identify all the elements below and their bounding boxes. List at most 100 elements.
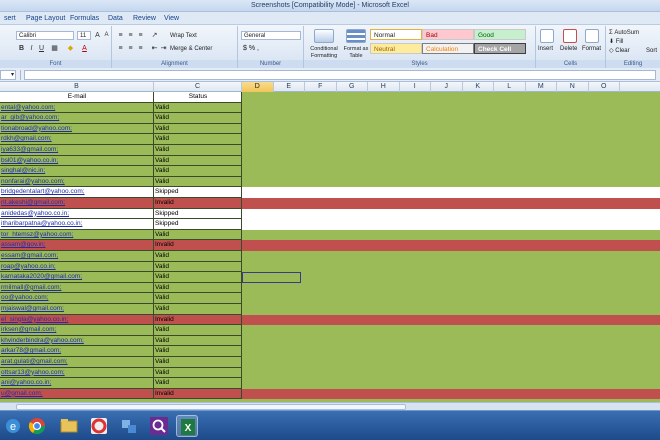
delete-cells-label[interactable]: Delete xyxy=(560,45,577,53)
cell-grid[interactable]: E-mail Status ental@yahoo.com; Valid ar_gi… xyxy=(0,92,660,402)
email-header[interactable]: E-mail xyxy=(0,92,154,103)
status-cell[interactable]: Valid xyxy=(154,134,242,145)
column-header-j[interactable]: J xyxy=(431,82,463,92)
email-cell[interactable]: bsl01@yahoo.co.in; xyxy=(0,155,154,167)
column-header-i[interactable]: I xyxy=(400,82,431,92)
status-cell[interactable]: Valid xyxy=(154,229,242,241)
sort-filter-button[interactable]: Sort xyxy=(646,47,657,55)
insert-cells-label[interactable]: Insert xyxy=(538,45,553,53)
email-cell[interactable]: iya633@gmail.com; xyxy=(0,145,154,156)
align-right-icon[interactable]: ≡ xyxy=(136,44,145,53)
status-cell[interactable]: Valid xyxy=(154,102,242,114)
status-cell[interactable]: Valid xyxy=(154,282,242,294)
conditional-formatting-icon[interactable] xyxy=(314,29,334,43)
puzzle-icon[interactable] xyxy=(118,415,140,437)
email-cell[interactable]: rmilmall@gmail.com; xyxy=(0,282,154,294)
wrap-text-button[interactable]: Wrap Text xyxy=(170,32,197,40)
email-cell[interactable]: karnataka2020@gmail.com; xyxy=(0,272,154,283)
align-center-icon[interactable]: ≡ xyxy=(126,44,135,53)
status-cell[interactable]: Valid xyxy=(154,325,242,336)
column-header-h[interactable]: H xyxy=(368,82,400,92)
status-cell[interactable]: Valid xyxy=(154,378,242,389)
lifebuoy-icon[interactable] xyxy=(88,415,110,437)
format-table-icon[interactable] xyxy=(346,29,366,43)
column-header-c[interactable]: C xyxy=(154,82,242,92)
status-cell[interactable]: Valid xyxy=(154,335,242,347)
tab-page-layout[interactable]: Page Layout xyxy=(22,13,69,24)
bold-icon[interactable]: B xyxy=(17,44,26,53)
number-format-select[interactable]: General xyxy=(241,31,301,40)
style-normal[interactable]: Normal xyxy=(370,29,422,40)
status-cell[interactable]: Skipped xyxy=(154,219,242,230)
email-cell[interactable]: ani@yahoo.co.in; xyxy=(0,378,154,389)
email-cell[interactable]: nt.akeshi@gmail.com; xyxy=(0,198,154,209)
tab-insert[interactable]: sert xyxy=(0,13,20,24)
email-cell[interactable]: mjaiswal@gmail.com; xyxy=(0,304,154,315)
search-app-icon[interactable] xyxy=(148,415,170,437)
status-cell[interactable]: Valid xyxy=(154,166,242,177)
status-cell[interactable]: Valid xyxy=(154,272,242,283)
tab-data[interactable]: Data xyxy=(104,13,127,24)
font-size-select[interactable]: 11 xyxy=(77,31,91,40)
status-cell[interactable]: Invalid xyxy=(154,240,242,251)
increase-indent-icon[interactable]: ⇥ xyxy=(159,44,168,53)
status-cell[interactable]: Skipped xyxy=(154,187,242,198)
status-header[interactable]: Status xyxy=(154,92,242,103)
insert-cells-icon[interactable] xyxy=(540,29,554,43)
align-left-icon[interactable]: ≡ xyxy=(116,44,125,53)
ie-icon[interactable]: e xyxy=(2,415,24,437)
email-cell[interactable]: u@gmail.com; xyxy=(0,388,154,400)
shrink-font-icon[interactable]: A xyxy=(102,31,111,40)
email-cell[interactable]: arkar78@gmail.com; xyxy=(0,346,154,357)
email-cell[interactable]: oo@yahoo.com; xyxy=(0,293,154,304)
email-cell[interactable]: irksen@gmail.com; xyxy=(0,325,154,336)
status-cell[interactable]: Valid xyxy=(154,346,242,357)
column-header-g[interactable]: G xyxy=(337,82,368,92)
status-cell[interactable]: Valid xyxy=(154,261,242,273)
grow-font-icon[interactable]: A xyxy=(93,31,102,40)
fill-button[interactable]: ⬇ Fill xyxy=(609,38,623,46)
decrease-indent-icon[interactable]: ⇤ xyxy=(150,44,159,53)
horizontal-scrollbar[interactable] xyxy=(0,402,660,410)
status-cell[interactable]: Valid xyxy=(154,113,242,124)
email-cell[interactable]: singhal@nic.in; xyxy=(0,166,154,177)
merge-center-button[interactable]: Merge & Center xyxy=(170,45,212,53)
selected-cell[interactable] xyxy=(242,272,301,284)
formula-input[interactable] xyxy=(24,70,656,80)
status-cell[interactable]: Valid xyxy=(154,251,242,262)
status-cell[interactable]: Invalid xyxy=(154,388,242,400)
column-header-n[interactable]: N xyxy=(557,82,589,92)
email-cell[interactable]: el_singla@yahoo.co.in; xyxy=(0,314,154,326)
style-bad[interactable]: Bad xyxy=(422,29,474,40)
email-cell[interactable]: khvinderbindra@yahoo.com; xyxy=(0,335,154,347)
align-middle-icon[interactable]: ≡ xyxy=(126,31,135,40)
status-cell[interactable]: Valid xyxy=(154,145,242,156)
italic-icon[interactable]: I xyxy=(27,44,36,53)
email-cell[interactable]: tionabroad@yahoo.com; xyxy=(0,123,154,135)
format-cells-icon[interactable] xyxy=(585,29,599,43)
email-cell[interactable]: rdkh@gmail.com; xyxy=(0,134,154,145)
email-cell[interactable]: nonfarai@yahoo.com; xyxy=(0,176,154,188)
email-cell[interactable]: anidedas@yahoo.co.in; xyxy=(0,208,154,220)
borders-icon[interactable]: ▦ xyxy=(50,44,59,53)
tab-review[interactable]: Review xyxy=(129,13,160,24)
name-box[interactable]: ▾ xyxy=(0,70,16,80)
style-good[interactable]: Good xyxy=(474,29,526,40)
underline-icon[interactable]: U xyxy=(37,44,46,53)
status-cell[interactable]: Valid xyxy=(154,123,242,135)
style-neutral[interactable]: Neutral xyxy=(370,43,422,54)
fill-color-icon[interactable]: ◆ xyxy=(66,44,75,53)
email-cell[interactable]: bridgedentalart@yahoo.com; xyxy=(0,187,154,198)
email-cell[interactable]: ental@yahoo.com; xyxy=(0,102,154,114)
email-cell[interactable]: tor_htemsz@yahoo.com; xyxy=(0,229,154,241)
style-check-cell[interactable]: Check Cell xyxy=(474,43,526,54)
excel-icon[interactable]: X xyxy=(176,415,198,437)
email-cell[interactable]: assam@gov.in; xyxy=(0,240,154,251)
column-header-e[interactable]: E xyxy=(274,82,305,92)
format-cells-label[interactable]: Format xyxy=(582,45,601,53)
explorer-icon[interactable] xyxy=(58,415,80,437)
status-cell[interactable]: Skipped xyxy=(154,208,242,220)
status-cell[interactable]: Invalid xyxy=(154,198,242,209)
column-header-f[interactable]: F xyxy=(305,82,337,92)
column-header-k[interactable]: K xyxy=(463,82,494,92)
